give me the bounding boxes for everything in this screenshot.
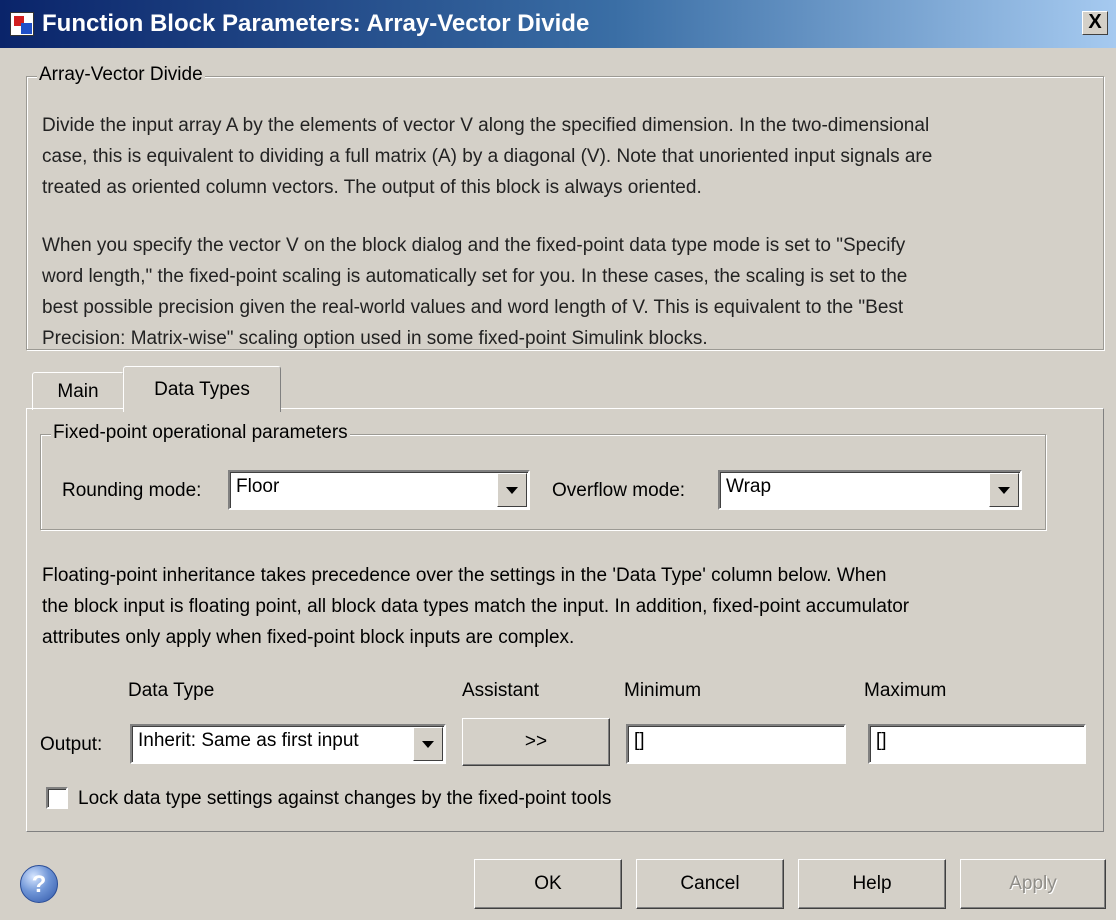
dialog-window: Function Block Parameters: Array-Vector …	[0, 0, 1116, 920]
description-paragraph-2: When you specify the vector V on the blo…	[42, 235, 908, 349]
inheritance-note: Floating-point inheritance takes precede…	[42, 565, 910, 648]
assistant-header: Assistant	[462, 680, 540, 701]
output-minimum-value: []	[634, 730, 645, 751]
cancel-button[interactable]: Cancel	[636, 859, 784, 909]
simulink-block-icon	[10, 12, 34, 36]
window-title: Function Block Parameters: Array-Vector …	[42, 10, 590, 37]
output-minimum-input[interactable]: []	[626, 724, 846, 764]
icon-blue-square	[21, 23, 32, 34]
maximum-header: Maximum	[864, 680, 947, 701]
ok-button[interactable]: OK	[474, 859, 622, 909]
output-maximum-value: []	[876, 730, 887, 751]
output-label: Output:	[40, 734, 103, 755]
close-button[interactable]: X	[1082, 11, 1108, 35]
title-bar[interactable]: Function Block Parameters: Array-Vector …	[0, 0, 1116, 48]
output-maximum-input[interactable]: []	[868, 724, 1086, 764]
help-icon[interactable]: ?	[20, 865, 58, 903]
rounding-mode-value: Floor	[236, 476, 280, 497]
chevron-down-icon[interactable]	[413, 727, 443, 761]
tab-data-types[interactable]: Data Types	[123, 366, 281, 412]
tab-main[interactable]: Main	[32, 372, 124, 410]
rounding-mode-select[interactable]: Floor	[228, 470, 530, 510]
overflow-mode-value: Wrap	[726, 476, 772, 497]
output-data-type-select[interactable]: Inherit: Same as first input	[130, 724, 446, 764]
data-type-header: Data Type	[128, 680, 215, 701]
lock-data-type-label[interactable]: Lock data type settings against changes …	[78, 788, 611, 810]
description-paragraph-1: Divide the input array A by the elements…	[42, 115, 933, 198]
help-button[interactable]: Help	[798, 859, 946, 909]
description-group-legend: Array-Vector Divide	[37, 64, 205, 86]
rounding-mode-label: Rounding mode:	[62, 480, 202, 501]
fixed-point-group-legend: Fixed-point operational parameters	[51, 422, 350, 444]
data-type-assistant-button[interactable]: >>	[462, 718, 610, 766]
overflow-mode-label: Overflow mode:	[552, 480, 686, 501]
apply-button: Apply	[960, 859, 1106, 909]
lock-data-type-checkbox[interactable]	[46, 787, 68, 809]
overflow-mode-select[interactable]: Wrap	[718, 470, 1022, 510]
minimum-header: Minimum	[624, 680, 702, 701]
chevron-down-icon[interactable]	[497, 473, 527, 507]
chevron-down-icon[interactable]	[989, 473, 1019, 507]
output-data-type-value: Inherit: Same as first input	[138, 730, 359, 751]
